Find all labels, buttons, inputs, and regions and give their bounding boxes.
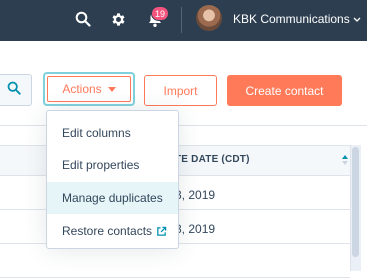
actions-label: Actions (62, 82, 102, 96)
menu-item-manage-duplicates[interactable]: Manage duplicates (47, 182, 178, 214)
scrollbar-thumb[interactable] (352, 147, 359, 257)
menu-item-edit-properties[interactable]: Edit properties (47, 149, 178, 181)
import-button[interactable]: Import (144, 75, 217, 106)
topbar-divider (181, 7, 182, 33)
actions-button[interactable]: Actions (43, 72, 135, 106)
create-contact-button[interactable]: Create contact (227, 75, 342, 106)
menu-item-restore-contacts[interactable]: Restore contacts (47, 215, 178, 247)
account-name: KBK Communications (233, 12, 350, 26)
menu-item-label: Edit properties (62, 158, 140, 172)
menu-item-edit-columns[interactable]: Edit columns (47, 117, 178, 149)
gear-icon[interactable] (107, 8, 129, 30)
menu-item-label: Edit columns (62, 126, 131, 140)
caret-down-icon (107, 86, 116, 92)
table-cell-date: 3, 2019 (175, 188, 216, 202)
account-menu[interactable]: KBK Communications (233, 12, 361, 26)
notification-count-badge: 19 (151, 6, 170, 21)
column-header-create-date[interactable]: TE DATE (CDT) (175, 154, 250, 165)
menu-item-label: Restore contacts (62, 224, 153, 238)
table-cell-date: 3, 2019 (175, 222, 216, 236)
table-row[interactable] (0, 245, 350, 278)
sort-icon[interactable] (340, 153, 350, 165)
avatar[interactable] (196, 5, 222, 31)
table-search-button[interactable] (0, 74, 32, 106)
external-link-icon (156, 226, 167, 237)
top-nav-bar: 19 KBK Communications (0, 0, 367, 41)
chevron-down-icon (353, 15, 361, 25)
search-icon (7, 81, 21, 100)
actions-button-inner: Actions (47, 76, 131, 102)
search-icon[interactable] (72, 8, 94, 30)
menu-item-label: Manage duplicates (62, 191, 163, 205)
actions-dropdown-menu: Edit columns Edit properties Manage dupl… (46, 110, 179, 249)
